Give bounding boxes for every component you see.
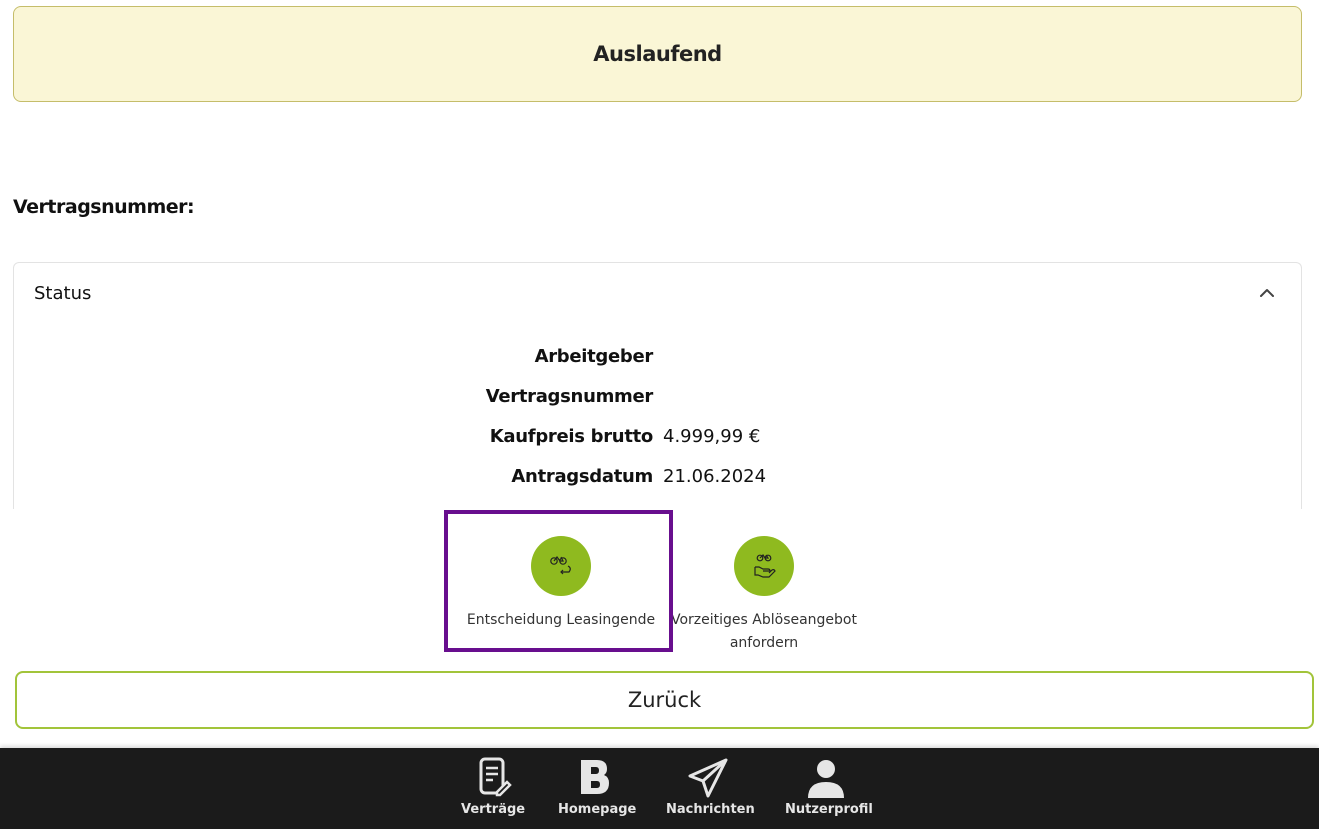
chevron-up-icon[interactable] bbox=[1257, 283, 1277, 303]
action-label: Entscheidung Leasingende bbox=[466, 612, 656, 628]
detail-row-employer: Arbeitgeber bbox=[14, 346, 1301, 372]
status-panel: Status Arbeitgeber Vertragsnummer Kaufpr… bbox=[13, 262, 1302, 509]
nav-item-contracts[interactable]: Verträge bbox=[461, 756, 525, 817]
action-label: Vorzeitiges Ablöseangebot anfordern bbox=[670, 612, 857, 651]
bottom-navigation: Verträge Homepage Nachrichten Nutzerprof… bbox=[0, 748, 1319, 829]
user-icon bbox=[808, 760, 844, 798]
detail-label: Kaufpreis brutto bbox=[489, 426, 654, 447]
action-lease-end-decision[interactable]: Entscheidung Leasingende bbox=[451, 508, 671, 648]
back-button-label: Zurück bbox=[627, 688, 702, 712]
action-buttons: Entscheidung Leasingende Vorzeitiges Abl… bbox=[0, 508, 1319, 668]
nav-label: Verträge bbox=[461, 802, 526, 817]
detail-label: Vertragsnummer bbox=[485, 386, 654, 407]
detail-row-contract-number: Vertragsnummer bbox=[14, 386, 1301, 412]
nav-label: Homepage bbox=[558, 802, 637, 817]
detail-label: Antragsdatum bbox=[511, 466, 653, 487]
detail-row-purchase-price: Kaufpreis brutto 4.999,99 € bbox=[14, 426, 1301, 452]
bike-hand-icon bbox=[754, 554, 776, 578]
action-circle[interactable] bbox=[734, 536, 794, 596]
contract-edit-icon bbox=[479, 757, 512, 797]
back-button[interactable]: Zurück bbox=[15, 671, 1314, 729]
detail-value: 4.999,99 € bbox=[663, 426, 761, 447]
action-circle[interactable] bbox=[531, 536, 591, 596]
detail-label: Arbeitgeber bbox=[534, 346, 654, 367]
status-banner-label: Auslaufend bbox=[593, 42, 722, 66]
nav-item-messages[interactable]: Nachrichten bbox=[666, 756, 755, 817]
nav-item-user-profile[interactable]: Nutzerprofil bbox=[785, 756, 873, 817]
action-early-buyout-offer[interactable]: Vorzeitiges Ablöseangebot anfordern bbox=[654, 508, 874, 651]
paper-plane-icon bbox=[688, 758, 728, 798]
bike-return-icon bbox=[550, 556, 571, 575]
detail-row-application-date: Antragsdatum 21.06.2024 bbox=[14, 466, 1301, 492]
status-banner: Auslaufend bbox=[13, 6, 1302, 102]
contract-number-heading: Vertragsnummer: bbox=[13, 196, 195, 218]
nav-label: Nutzerprofil bbox=[785, 802, 873, 817]
nav-label: Nachrichten bbox=[666, 802, 755, 817]
brand-b-icon bbox=[581, 760, 609, 794]
nav-item-homepage[interactable]: Homepage bbox=[558, 756, 637, 817]
detail-value: 21.06.2024 bbox=[663, 466, 767, 487]
status-panel-title[interactable]: Status bbox=[34, 283, 91, 304]
